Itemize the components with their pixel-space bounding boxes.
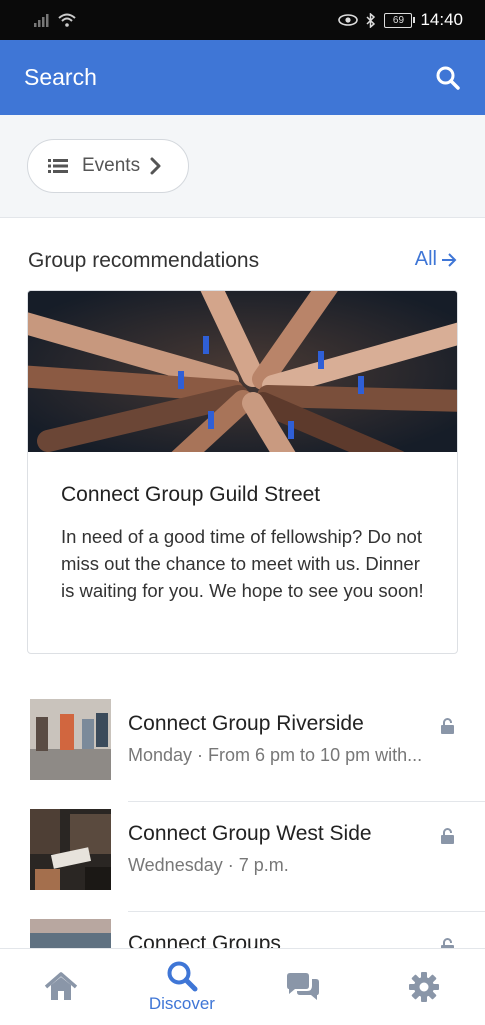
chevron-right-icon — [150, 157, 161, 175]
group-schedule: Wednesday · 7 p.m. — [128, 855, 289, 875]
lock-icon — [441, 718, 454, 734]
home-icon — [44, 972, 77, 1000]
group-title: Connect Group West Side — [128, 822, 372, 845]
group-thumbnail — [30, 699, 111, 780]
settings-icon — [409, 972, 440, 1002]
search-icon — [167, 961, 198, 992]
events-filter-button[interactable]: Events — [27, 139, 189, 193]
main-content: Group recommendations All Connect Group … — [0, 217, 485, 949]
chat-icon — [287, 973, 320, 1000]
section-title: Group recommendations — [28, 249, 260, 272]
search-icon[interactable] — [435, 65, 461, 91]
list-item[interactable]: Connect Group West Side Wednesday · 7 p.… — [0, 802, 485, 912]
status-bar: 69 14:40 — [0, 0, 485, 40]
see-all-label: All — [414, 248, 437, 270]
battery-indicator: 69 — [384, 12, 416, 28]
app-header: Search — [0, 40, 485, 115]
events-filter-label: Events — [82, 155, 141, 176]
list-item[interactable]: Connect Groups — [0, 912, 485, 949]
group-schedule: Monday · From 6 pm to 10 pm with... — [128, 745, 423, 765]
nav-messages[interactable] — [243, 949, 364, 1025]
nav-discover-label: Discover — [148, 994, 215, 1013]
page-title: Search — [24, 64, 97, 90]
group-photo — [28, 291, 457, 452]
recommendation-title: Connect Group Guild Street — [61, 483, 321, 506]
group-title: Connect Groups — [128, 932, 281, 949]
filter-bar: Events — [0, 115, 485, 217]
list-icon — [48, 159, 68, 173]
wifi-icon — [58, 13, 76, 27]
signal-icon — [34, 13, 49, 27]
group-thumbnail — [30, 919, 111, 949]
arrow-right-icon — [442, 252, 457, 267]
clock: 14:40 — [420, 10, 463, 29]
bottom-navigation: Discover — [0, 948, 485, 1025]
list-item[interactable]: Connect Group Riverside Monday · From 6 … — [0, 692, 485, 802]
nav-settings[interactable] — [364, 949, 485, 1025]
eye-icon — [338, 14, 359, 26]
see-all-link[interactable]: All — [415, 248, 457, 271]
lock-icon — [441, 828, 454, 844]
recommendation-card[interactable]: Connect Group Guild Street In need of a … — [27, 290, 458, 654]
group-title: Connect Group Riverside — [128, 712, 364, 735]
nav-discover[interactable]: Discover — [121, 949, 242, 1025]
recommendation-description: In need of a good time of fellowship? Do… — [61, 526, 424, 601]
nav-home[interactable] — [0, 949, 121, 1025]
bluetooth-icon — [366, 12, 376, 28]
group-thumbnail — [30, 809, 111, 890]
